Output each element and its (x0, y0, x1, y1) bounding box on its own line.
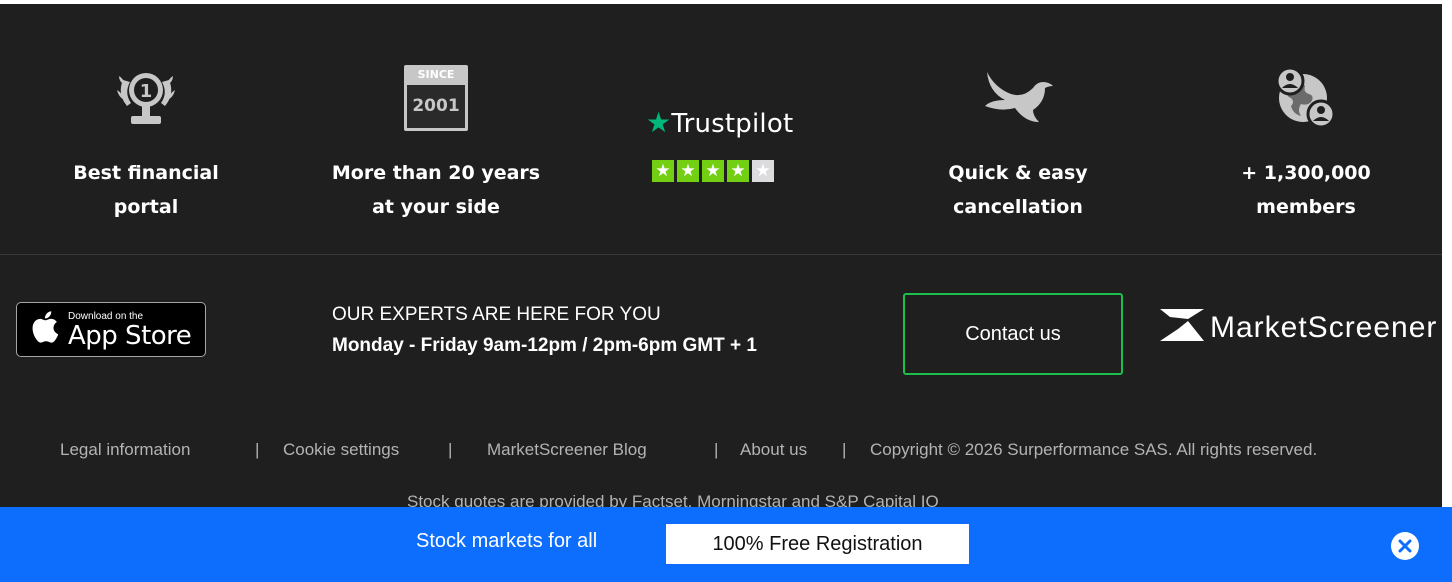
close-banner-button[interactable] (1391, 532, 1419, 560)
rating-star-icon: ★ (702, 160, 724, 182)
feature-line1: More than 20 years (331, 162, 541, 184)
feature-members: + 1,300,000 members (1196, 4, 1416, 254)
badge-year-text: 2001 (412, 96, 460, 116)
app-store-big-text: App Store (68, 320, 192, 351)
trustpilot-brand: Trustpilot (671, 109, 794, 139)
site-footer: 1 Best financial portal SINCE 2001 More … (0, 4, 1442, 582)
banner-text: Stock markets for all (416, 530, 598, 552)
badge-since-text: SINCE (417, 68, 455, 81)
app-store-badge[interactable]: Download on the App Store (16, 302, 206, 357)
copyright-text: Copyright © 2026 Surperformance SAS. All… (870, 440, 1318, 459)
trustpilot-logo: ★Trustpilot (646, 106, 793, 139)
separator: | (842, 440, 847, 459)
feature-line2: cancellation (953, 196, 1083, 218)
feature-line1: + 1,300,000 (1241, 162, 1371, 184)
feature-line1: Quick & easy (948, 162, 1088, 184)
marketscreener-logo[interactable]: MarketScreener (1158, 307, 1437, 348)
svg-text:1: 1 (140, 81, 153, 102)
feature-best-portal: 1 Best financial portal (46, 4, 246, 254)
trustpilot-rating: ★ ★ ★ ★ ★ (652, 160, 774, 182)
separator: | (714, 440, 719, 459)
rating-star-icon: ★ (652, 160, 674, 182)
feature-line2: members (1256, 196, 1356, 218)
feature-line2: at your side (372, 196, 500, 218)
since-2001-badge-icon: SINCE 2001 (404, 65, 468, 131)
rating-star-icon: ★ (727, 160, 749, 182)
brand-name: MarketScreener (1210, 310, 1438, 344)
blog-link[interactable]: MarketScreener Blog (487, 440, 647, 460)
about-us-link[interactable]: About us (740, 440, 807, 460)
legal-information-link[interactable]: Legal information (60, 440, 190, 460)
contact-us-button[interactable]: Contact us (903, 293, 1123, 375)
experts-heading: OUR EXPERTS ARE HERE FOR YOU (332, 304, 661, 325)
dove-icon (981, 68, 1055, 137)
feature-cancellation: Quick & easy cancellation (908, 4, 1128, 254)
close-icon (1398, 539, 1412, 553)
experts-info: OUR EXPERTS ARE HERE FOR YOU Monday - Fr… (332, 302, 757, 364)
divider (0, 254, 1442, 255)
apple-logo-icon (32, 311, 59, 348)
free-registration-button[interactable]: 100% Free Registration (666, 524, 969, 564)
separator: | (255, 440, 260, 459)
marketscreener-mark-icon (1158, 307, 1206, 348)
feature-since-2001: SINCE 2001 More than 20 years at your si… (306, 4, 566, 254)
members-globe-icon (1271, 64, 1341, 139)
experts-hours: Monday - Friday 9am-12pm / 2pm-6pm GMT +… (332, 335, 757, 356)
feature-line2: portal (113, 196, 179, 218)
rating-star-empty-icon: ★ (752, 160, 774, 182)
feature-line1: Best financial (73, 162, 219, 184)
laurel-medal-icon: 1 (111, 62, 181, 137)
separator: | (448, 440, 453, 459)
rating-star-icon: ★ (677, 160, 699, 182)
features-row: 1 Best financial portal SINCE 2001 More … (0, 4, 1442, 254)
trustpilot-star-icon: ★ (646, 106, 672, 139)
cookie-settings-link[interactable]: Cookie settings (283, 440, 399, 460)
registration-banner: Stock markets for all 100% Free Registra… (0, 507, 1452, 582)
